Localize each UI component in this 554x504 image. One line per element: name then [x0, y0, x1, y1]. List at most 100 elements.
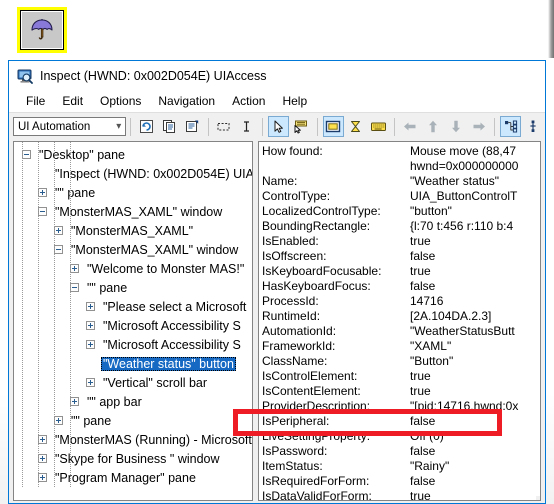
vertical-split-icon-button[interactable]	[523, 116, 544, 137]
expand-plus-icon[interactable]	[38, 435, 47, 444]
copy-icon-button[interactable]	[159, 116, 180, 137]
menu-item-file[interactable]: File	[18, 92, 54, 110]
collapse-minus-icon[interactable]	[70, 283, 79, 292]
menu-item-navigation[interactable]: Navigation	[150, 92, 224, 110]
property-row[interactable]: AutomationId: "WeatherStatusButt	[262, 324, 540, 339]
nav-left-arrow-icon-button[interactable]	[400, 116, 421, 137]
nav-right-arrow-icon-button[interactable]	[469, 116, 490, 137]
property-row[interactable]: IsPeripheral: false	[262, 414, 540, 429]
property-key: RuntimeId:	[262, 309, 321, 323]
expand-plus-icon[interactable]	[70, 264, 79, 273]
property-key: IsKeyboardFocusable:	[262, 264, 382, 278]
tree-guide-line	[38, 142, 39, 487]
property-row[interactable]: IsControlElement: true	[262, 369, 540, 384]
hourglass-delay-icon	[351, 121, 361, 132]
property-row[interactable]: BoundingRectangle: {l:70 t:456 r:110 b:4	[262, 219, 540, 234]
toolbar: UI Automation ▾	[9, 112, 545, 140]
property-key: ProcessId:	[262, 294, 319, 308]
property-row[interactable]: IsRequiredForForm: false	[262, 474, 540, 489]
property-row[interactable]: ProviderDescription: "[pid:14716,hwnd:0x	[262, 399, 540, 414]
marquee-select-icon	[217, 123, 230, 131]
marquee-select-icon-button[interactable]	[214, 116, 235, 137]
expand-plus-icon[interactable]	[86, 340, 95, 349]
highlight-rectangle-icon-button[interactable]	[322, 116, 344, 137]
ui-tree-pane[interactable]: "Desktop" pane "Inspect (HWND: 0x002D054E…	[13, 141, 253, 501]
property-row[interactable]: FrameworkId: "XAML"	[262, 339, 540, 354]
menu-item-edit[interactable]: Edit	[54, 92, 92, 110]
property-row[interactable]: IsOffscreen: false	[262, 249, 540, 264]
copy-icon	[162, 120, 175, 133]
property-row[interactable]: IsEnabled: true	[262, 234, 540, 249]
expand-plus-icon[interactable]	[86, 321, 95, 330]
property-row[interactable]: LocalizedControlType: "button"	[262, 204, 540, 219]
property-row[interactable]: ItemStatus: "Rainy"	[262, 459, 540, 474]
expand-plus-icon[interactable]	[54, 226, 63, 235]
tree-item-label: "MonsterMAS (Running) - Microsoft	[55, 432, 252, 447]
text-caret-icon	[244, 121, 250, 132]
menu-item-action[interactable]: Action	[224, 92, 274, 110]
nav-up-arrow-icon-button[interactable]	[423, 116, 444, 137]
provider-select[interactable]: UI Automation ▾	[13, 117, 127, 136]
property-value: "WeatherStatusButt	[410, 324, 515, 338]
property-row[interactable]: hwnd=0x000000000	[262, 159, 540, 174]
menu-item-options[interactable]: Options	[92, 92, 150, 110]
text-caret-icon-button[interactable]	[236, 116, 257, 137]
property-key: IsPassword:	[262, 444, 328, 458]
property-row[interactable]: HasKeyboardFocus: false	[262, 279, 540, 294]
property-row[interactable]: ControlType: UIA_ButtonControlT	[262, 189, 540, 204]
expand-plus-icon[interactable]	[38, 454, 47, 463]
property-row[interactable]: ClassName: "Button"	[262, 354, 540, 369]
tree-view-icon-button[interactable]	[500, 116, 522, 137]
property-row[interactable]: IsKeyboardFocusable: true	[262, 264, 540, 279]
toolbar-separator	[394, 117, 396, 136]
hourglass-delay-icon-button[interactable]	[346, 116, 367, 137]
property-row[interactable]: LiveSettingProperty: Off (0)	[262, 429, 540, 444]
property-row[interactable]: IsContentElement: true	[262, 384, 540, 399]
property-key: FrameworkId:	[262, 339, 336, 353]
title-bar: Inspect (HWND: 0x002D054E) UIAccess	[9, 61, 545, 90]
keyboard-focus-icon-button[interactable]	[291, 116, 312, 137]
tree-item-label: "Inspect (HWND: 0x002D054E) UIAc	[55, 166, 253, 181]
pane-corner	[536, 496, 540, 500]
expand-plus-icon[interactable]	[38, 188, 47, 197]
tree-item-label: "MonsterMAS_XAML"	[71, 223, 194, 238]
umbrella-icon-highlight[interactable]	[17, 7, 67, 53]
property-key: IsOffscreen:	[262, 249, 327, 263]
tree-item-label: "Weather status" button	[101, 356, 236, 371]
property-row[interactable]: IsDataValidForForm: true	[262, 489, 540, 500]
property-value: UIA_ButtonControlT	[410, 189, 518, 203]
refresh-icon-button[interactable]	[136, 116, 157, 137]
expand-plus-icon[interactable]	[86, 302, 95, 311]
collapse-minus-icon[interactable]	[38, 207, 47, 216]
property-key: HasKeyboardFocus:	[262, 279, 371, 293]
property-row[interactable]: IsPassword: false	[262, 444, 540, 459]
expand-plus-icon[interactable]	[38, 473, 47, 482]
property-row[interactable]: RuntimeId: [2A.104DA.2.3]	[262, 309, 540, 324]
property-key: IsControlElement:	[262, 369, 358, 383]
property-value: "button"	[410, 204, 452, 218]
expand-plus-icon[interactable]	[54, 416, 63, 425]
properties-icon-button[interactable]	[182, 116, 203, 137]
toolbar-separator	[494, 117, 496, 136]
umbrella-icon-button[interactable]	[21, 11, 63, 49]
tree-item-label: "MonsterMAS_XAML" window	[71, 242, 239, 257]
property-key: ProviderDescription:	[262, 399, 371, 413]
umbrella-icon	[31, 19, 53, 40]
collapse-minus-icon[interactable]	[54, 245, 63, 254]
property-row[interactable]: Name: "Weather status"	[262, 174, 540, 189]
property-row[interactable]: ProcessId: 14716	[262, 294, 540, 309]
highlight-rectangle-icon	[325, 120, 341, 133]
menu-item-help[interactable]: Help	[274, 92, 316, 110]
expand-plus-icon[interactable]	[70, 397, 79, 406]
refresh-icon	[140, 120, 154, 133]
pointer-cursor-icon-button[interactable]	[268, 116, 289, 137]
toolbar-separator	[262, 117, 264, 136]
expand-plus-icon[interactable]	[86, 378, 95, 387]
nav-down-arrow-icon-button[interactable]	[446, 116, 467, 137]
property-row[interactable]: How found: Mouse move (88,47	[262, 144, 540, 159]
properties-pane[interactable]: How found: Mouse move (88,47 hwnd=0x000000…	[258, 141, 541, 501]
collapse-minus-icon[interactable]	[22, 150, 31, 159]
properties-list: How found: Mouse move (88,47 hwnd=0x000000…	[259, 142, 540, 500]
keyboard-icon-button[interactable]	[368, 116, 389, 137]
tree-item-label: "Please select a Microsoft	[103, 299, 247, 314]
